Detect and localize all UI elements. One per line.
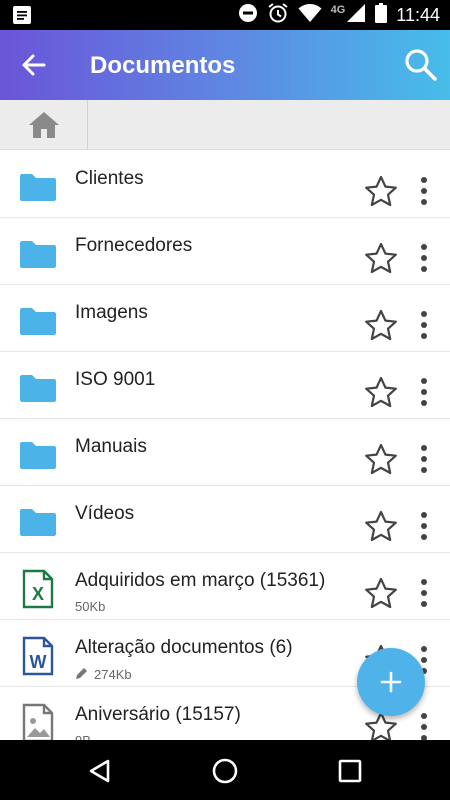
- back-button[interactable]: [18, 51, 50, 79]
- more-options-icon[interactable]: [414, 376, 434, 408]
- nav-home-icon: [212, 758, 238, 784]
- folder-row[interactable]: Vídeos: [0, 486, 450, 553]
- search-icon: [405, 49, 437, 81]
- folder-icon: [18, 301, 58, 341]
- nav-back-icon: [89, 759, 110, 783]
- favorite-star-icon[interactable]: [364, 510, 398, 542]
- more-options-icon[interactable]: [414, 577, 434, 609]
- file-meta: 50Kb: [75, 599, 105, 614]
- navigation-bar: [0, 740, 450, 800]
- battery-icon: [375, 2, 388, 28]
- favorite-star-icon[interactable]: [364, 175, 398, 207]
- breadcrumb-home-button[interactable]: [0, 100, 88, 150]
- more-options-icon[interactable]: [414, 175, 434, 207]
- file-size: 50Kb: [75, 599, 106, 614]
- more-options-icon[interactable]: [414, 443, 434, 475]
- signal-icon: [346, 3, 366, 28]
- more-options-icon[interactable]: [414, 242, 434, 274]
- add-icon: [380, 671, 402, 693]
- file-meta: 274Kb: [75, 666, 132, 683]
- svg-text:X: X: [32, 584, 44, 604]
- file-meta: 9B: [75, 733, 91, 740]
- item-name: ISO 9001: [75, 369, 156, 390]
- favorite-star-icon[interactable]: [364, 376, 398, 408]
- favorite-star-icon[interactable]: [364, 309, 398, 341]
- status-bar: 4G 11:44: [0, 0, 450, 30]
- item-name: Alteração documentos (6): [75, 637, 293, 658]
- folder-icon: [18, 167, 58, 207]
- svg-text:W: W: [30, 652, 47, 672]
- item-name: Imagens: [75, 302, 148, 323]
- more-options-icon[interactable]: [414, 510, 434, 542]
- app-bar: Documentos: [0, 30, 450, 100]
- edit-pencil-icon: [75, 666, 89, 683]
- more-options-icon[interactable]: [414, 309, 434, 341]
- add-button[interactable]: [357, 648, 425, 716]
- folder-row[interactable]: Fornecedores: [0, 218, 450, 285]
- word-file-icon: W: [18, 636, 58, 676]
- nav-recents-icon: [338, 759, 362, 783]
- page-title: Documentos: [90, 52, 236, 79]
- item-name: Clientes: [75, 168, 144, 189]
- wifi-icon: [298, 3, 322, 28]
- nav-home-button[interactable]: [210, 756, 240, 786]
- folder-row[interactable]: ISO 9001: [0, 352, 450, 419]
- arrow-back-icon: [22, 54, 46, 76]
- home-icon: [28, 112, 59, 138]
- item-name: Vídeos: [75, 503, 135, 524]
- item-name: Fornecedores: [75, 235, 193, 256]
- favorite-star-icon[interactable]: [364, 242, 398, 274]
- folder-row[interactable]: Imagens: [0, 285, 450, 352]
- file-row[interactable]: X Adquiridos em março (15361) 50Kb: [0, 553, 450, 620]
- search-button[interactable]: [404, 48, 438, 82]
- clock: 11:44: [396, 4, 440, 25]
- breadcrumb: [0, 100, 450, 150]
- image-file-icon: [18, 703, 58, 740]
- file-size: 274Kb: [94, 667, 132, 682]
- item-name: Aniversário (15157): [75, 704, 241, 725]
- file-size: 9B: [75, 733, 91, 740]
- nav-back-button[interactable]: [86, 757, 114, 785]
- do-not-disturb-icon: [238, 3, 258, 28]
- folder-icon: [18, 234, 58, 274]
- item-name: Adquiridos em março (15361): [75, 570, 326, 591]
- notes-icon: [12, 5, 32, 25]
- nav-recents-button[interactable]: [336, 757, 364, 785]
- folder-icon: [18, 502, 58, 542]
- excel-file-icon: X: [18, 569, 58, 609]
- favorite-star-icon[interactable]: [364, 577, 398, 609]
- folder-row[interactable]: Clientes: [0, 151, 450, 218]
- network-type: 4G: [330, 4, 346, 16]
- item-name: Manuais: [75, 436, 147, 457]
- favorite-star-icon[interactable]: [364, 443, 398, 475]
- more-options-icon[interactable]: [414, 711, 434, 740]
- folder-icon: [18, 368, 58, 408]
- folder-row[interactable]: Manuais: [0, 419, 450, 486]
- folder-icon: [18, 435, 58, 475]
- alarm-icon: [267, 2, 289, 29]
